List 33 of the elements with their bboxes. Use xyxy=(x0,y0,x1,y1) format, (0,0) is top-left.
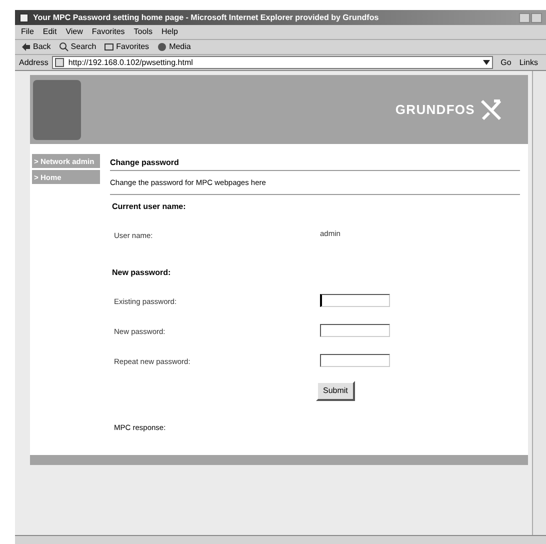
page-icon xyxy=(19,12,29,22)
links-button[interactable]: Links xyxy=(519,56,542,68)
favorites-button[interactable]: Favorites xyxy=(104,41,150,53)
menu-item[interactable]: Edit xyxy=(42,26,57,38)
back-arrow-icon xyxy=(21,42,31,52)
go-button[interactable]: Go xyxy=(496,56,516,68)
menu-item[interactable]: Favorites xyxy=(92,26,125,38)
password-field[interactable] xyxy=(320,294,390,306)
page-icon xyxy=(55,58,64,67)
section-title: New password: xyxy=(112,267,171,279)
password-field[interactable] xyxy=(320,354,390,366)
menu-item[interactable]: Help xyxy=(161,26,178,38)
back-button[interactable]: Back xyxy=(21,41,51,53)
controller-drawing xyxy=(33,80,81,140)
disc-icon xyxy=(157,42,168,52)
menu-item[interactable]: View xyxy=(66,26,83,38)
address-label: Address xyxy=(19,56,48,68)
folder-icon xyxy=(104,42,114,52)
window-title: Your MPC Password setting home page - Microsoft Internet Explorer provided by Grundfos xyxy=(33,12,379,24)
logo-text: GRUNDFOS xyxy=(395,100,475,119)
password-field[interactable] xyxy=(320,324,390,336)
logo-icon xyxy=(479,98,503,120)
page-heading: Change password xyxy=(110,154,520,171)
search-button[interactable]: Search xyxy=(58,41,96,53)
dropdown-arrow-icon[interactable] xyxy=(482,59,490,66)
menu-item[interactable]: Tools xyxy=(134,26,152,38)
media-button[interactable]: Media xyxy=(157,41,191,53)
section-title: Current user name: xyxy=(112,201,186,213)
menu-item[interactable]: File xyxy=(21,26,34,38)
scrollbar[interactable] xyxy=(532,71,546,535)
address-field[interactable]: http://192.168.0.102/pwsetting.html xyxy=(52,56,493,69)
search-icon xyxy=(58,42,69,52)
submit-button[interactable]: Submit xyxy=(316,381,355,401)
